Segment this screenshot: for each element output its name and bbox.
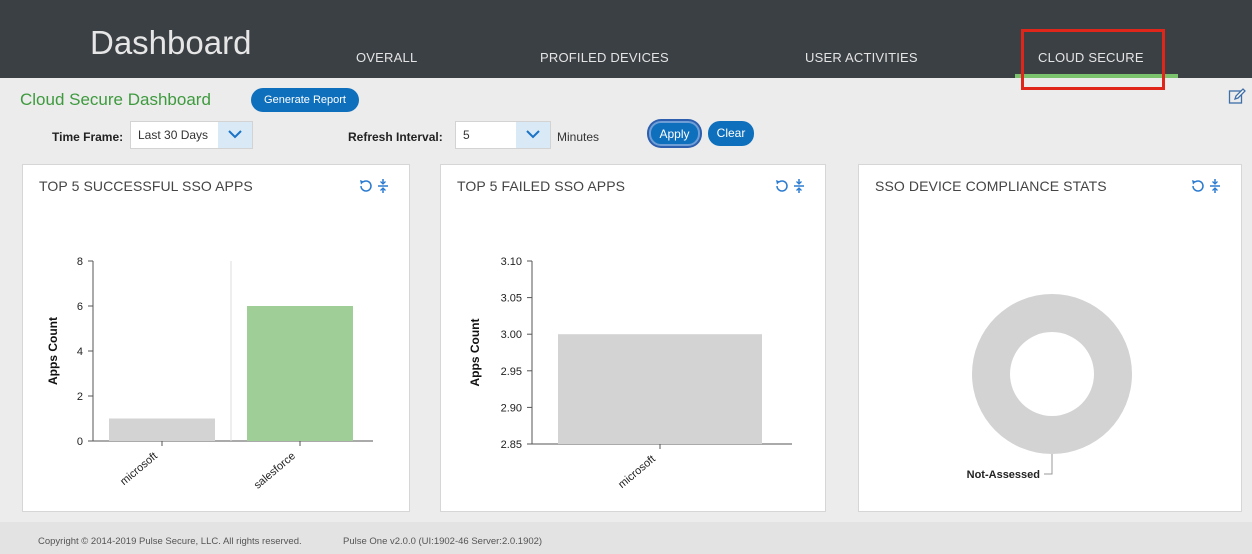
failed-sso-apps-panel: TOP 5 FAILED SSO APPS 2.85 2.90 2.95 3.00 3.… [440, 164, 826, 512]
y-tick-label: 6 [77, 301, 83, 313]
y-tick-label: 2.85 [501, 439, 522, 451]
time-frame-label: Time Frame: [52, 130, 124, 144]
device-compliance-panel: SSO DEVICE COMPLIANCE STATS Not-Assessed [858, 164, 1242, 512]
highlight-annotation-box [1021, 29, 1165, 90]
y-axis-label: Apps Count [468, 319, 482, 387]
y-tick-label: 8 [77, 256, 83, 268]
chevron-down-icon[interactable] [218, 122, 252, 148]
y-tick-label: 2.90 [501, 402, 522, 414]
refresh-interval-label: Refresh Interval: [348, 130, 443, 144]
x-tick-label: microsoft [118, 450, 160, 488]
successful-sso-apps-chart: 0 2 4 6 8 Apps Count microsoft salesforce [46, 256, 373, 492]
slice-connector [1044, 454, 1053, 475]
bar-microsoft [558, 334, 762, 444]
tab-profiled-devices[interactable]: PROFILED DEVICES [540, 50, 669, 65]
panel-title: TOP 5 SUCCESSFUL SSO APPS [39, 178, 253, 194]
expand-icon[interactable] [378, 179, 388, 193]
successful-sso-apps-panel: TOP 5 SUCCESSFUL SSO APPS 0 2 4 6 8 Apps Coun… [22, 164, 410, 512]
y-tick-label: 3.05 [501, 293, 522, 305]
y-tick-label: 2.95 [501, 366, 522, 378]
apply-button[interactable]: Apply [649, 121, 700, 146]
y-tick-label: 2 [77, 391, 83, 403]
time-frame-value: Last 30 Days [138, 128, 209, 142]
y-axis-label: Apps Count [46, 317, 60, 385]
x-tick-label: salesforce [252, 450, 298, 491]
page-title: Cloud Secure Dashboard [20, 90, 211, 109]
y-tick-label: 4 [77, 346, 83, 358]
expand-icon[interactable] [794, 179, 804, 193]
tab-overall[interactable]: OVERALL [356, 50, 417, 65]
generate-report-button[interactable]: Generate Report [251, 88, 359, 112]
refresh-icon[interactable] [360, 180, 372, 192]
minutes-label: Minutes [557, 130, 600, 144]
copyright-text: Copyright © 2014-2019 Pulse Secure, LLC.… [38, 536, 302, 547]
y-tick-label: 0 [77, 436, 83, 448]
app-title: Dashboard [90, 24, 252, 61]
edit-icon[interactable] [1228, 88, 1246, 106]
panel-title: TOP 5 FAILED SSO APPS [457, 178, 626, 194]
footer: Copyright © 2014-2019 Pulse Secure, LLC.… [0, 522, 1252, 554]
chevron-down-icon[interactable] [516, 122, 550, 148]
failed-sso-apps-chart: 2.85 2.90 2.95 3.00 3.05 3.10 Apps Count micros… [468, 256, 792, 491]
x-tick-label: microsoft [616, 453, 658, 491]
donut-slice-not-assessed [972, 294, 1132, 454]
y-tick-label: 3.10 [501, 256, 522, 268]
refresh-icon[interactable] [776, 180, 788, 192]
clear-button[interactable]: Clear [708, 121, 754, 146]
device-compliance-chart: Not-Assessed [967, 294, 1132, 481]
version-text: Pulse One v2.0.0 (UI:1902-46 Server:2.0.… [343, 536, 543, 547]
time-frame-select[interactable]: Last 30 Days [130, 121, 253, 149]
y-tick-label: 3.00 [501, 329, 522, 341]
bar-salesforce [247, 306, 353, 441]
refresh-interval-select[interactable]: 5 [455, 121, 551, 149]
bar-microsoft [109, 418, 215, 441]
panel-title: SSO DEVICE COMPLIANCE STATS [875, 178, 1107, 194]
tab-user-activities[interactable]: USER ACTIVITIES [805, 50, 918, 65]
slice-label: Not-Assessed [967, 469, 1040, 481]
refresh-interval-value: 5 [463, 128, 470, 142]
expand-icon[interactable] [1210, 179, 1220, 193]
refresh-icon[interactable] [1192, 180, 1204, 192]
